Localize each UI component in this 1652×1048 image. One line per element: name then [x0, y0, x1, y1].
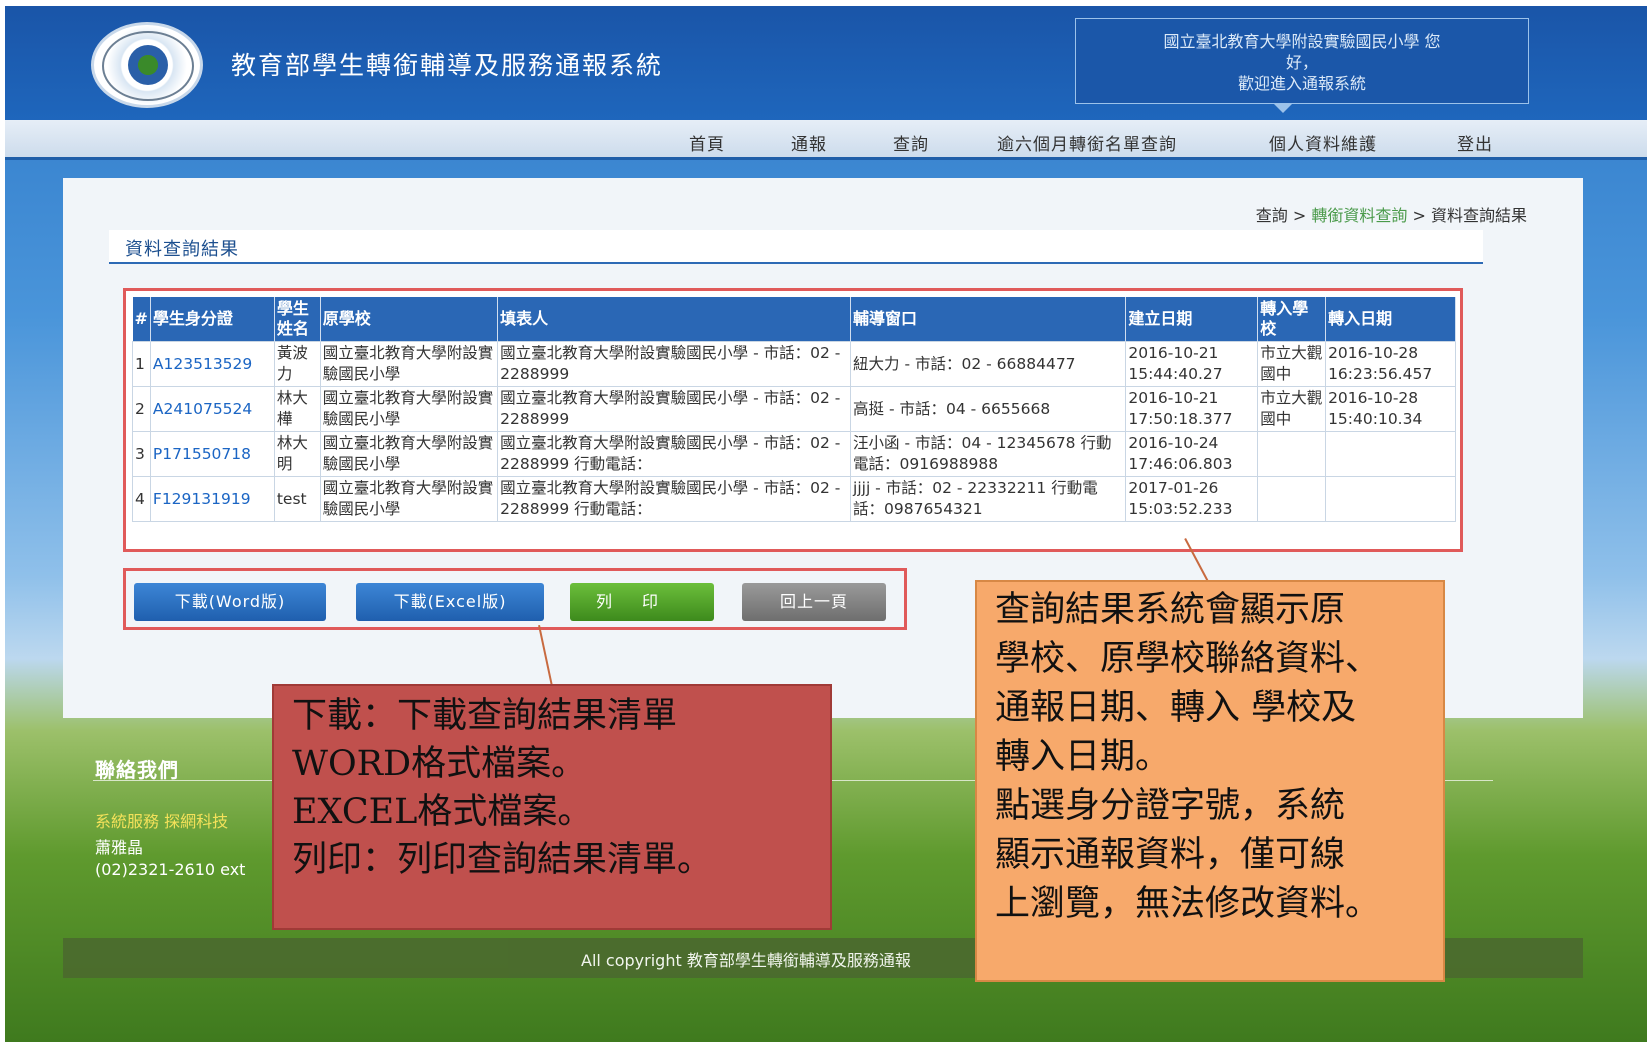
cell-original-school: 國立臺北教育大學附設實驗國民小學 — [319, 431, 499, 477]
cell-student-name: 黃波力 — [273, 341, 321, 387]
welcome-line-2: 好， — [1285, 53, 1318, 72]
nav-home[interactable]: 首頁 — [689, 130, 725, 155]
cell-counseling-contact: 汪小函 - 市話：04 - 12345678 行動電話：0916988988 — [850, 431, 1127, 477]
nav-report[interactable]: 通報 — [791, 130, 827, 155]
col-header-index: # — [132, 297, 151, 342]
table-row: 4 F129131919 test 國立臺北教育大學附設實驗國民小學 國立臺北教… — [132, 476, 1456, 522]
welcome-line-1: 國立臺北教育大學附設實驗國民小學 您 — [1163, 32, 1441, 51]
print-button[interactable]: 列印 — [570, 583, 714, 621]
callout-orange-line-5: 點選身分證字號，系統 — [995, 786, 1346, 826]
welcome-pointer — [1273, 103, 1293, 113]
cell-student-id-link[interactable]: A123513529 — [149, 341, 275, 387]
cell-student-name: test — [273, 476, 321, 522]
col-header-student-name: 學生姓名 — [274, 297, 321, 342]
callout-red-line-4: 列印：列印查詢結果清單。 — [292, 840, 713, 880]
cell-created-date: 2016-10-21 17:50:18.377 — [1125, 386, 1259, 432]
copyright-text: All copyright 教育部學生轉銜輔導及服務通報 — [581, 951, 911, 970]
cell-counseling-contact: jjjj - 市話：02 - 22332211 行動電話：0987654321 — [850, 476, 1127, 522]
cell-index: 1 — [132, 341, 151, 387]
breadcrumb-link[interactable]: 轉銜資料查詢 — [1311, 206, 1407, 225]
download-excel-button[interactable]: 下載(Excel版) — [356, 583, 544, 621]
nav-query[interactable]: 查詢 — [893, 130, 929, 155]
table-header-row: # 學生身分證 學生姓名 原學校 填表人 輔導窗口 建立日期 轉入學校 轉入日期 — [132, 297, 1456, 342]
action-buttons-highlight: 下載(Word版) 下載(Excel版) 列印 回上一頁 — [123, 568, 907, 630]
cell-transfer-school — [1257, 476, 1327, 522]
callout-orange-line-6: 顯示通報資料，僅可線 — [995, 835, 1346, 875]
callout-red-line-3: EXCEL格式檔案。 — [292, 792, 593, 832]
cell-student-id-link[interactable]: F129131919 — [149, 476, 275, 522]
cell-original-school: 國立臺北教育大學附設實驗國民小學 — [319, 386, 499, 432]
cell-index: 2 — [132, 386, 151, 432]
footer-service: 系統服務 探網科技 — [95, 812, 229, 831]
cell-filler: 國立臺北教育大學附設實驗國民小學 - 市話：02 - 2288999 行動電話： — [497, 431, 852, 477]
col-header-counseling-contact: 輔導窗口 — [850, 297, 1127, 342]
callout-orange-line-1: 查詢結果系統會顯示原 — [995, 590, 1346, 630]
footer-phone: (02)2321-2610 ext — [95, 860, 246, 879]
cell-created-date: 2016-10-21 15:44:40.27 — [1125, 341, 1259, 387]
cell-index: 4 — [132, 476, 151, 522]
slide-frame: 教育部學生轉銜輔導及服務通報系統 國立臺北教育大學附設實驗國民小學 您 好， 歡… — [0, 0, 1652, 1048]
download-word-button[interactable]: 下載(Word版) — [134, 583, 326, 621]
callout-red-line-2: WORD格式檔案。 — [292, 744, 587, 784]
nav-logout[interactable]: 登出 — [1457, 130, 1493, 155]
cell-student-name: 林大明 — [273, 431, 321, 477]
download-print-callout: 下載：下載查詢結果清單 WORD格式檔案。 EXCEL格式檔案。 列印：列印查詢… — [272, 684, 832, 930]
cell-transfer-date — [1325, 476, 1456, 522]
breadcrumb-root[interactable]: 查詢 — [1256, 206, 1288, 225]
logo-emblem — [128, 45, 168, 85]
cell-transfer-date: 2016-10-28 16:23:56.457 — [1325, 341, 1456, 387]
cell-index: 3 — [132, 431, 151, 477]
breadcrumb-sep-1: > — [1287, 206, 1312, 225]
callout-orange-line-3: 通報日期、轉入 學校及 — [995, 688, 1357, 728]
cell-created-date: 2017-01-26 15:03:52.233 — [1125, 476, 1259, 522]
nav-profile[interactable]: 個人資料維護 — [1269, 130, 1377, 155]
site-title: 教育部學生轉銜輔導及服務通報系統 — [231, 51, 664, 80]
table-row: 3 P171550718 林大明 國立臺北教育大學附設實驗國民小學 國立臺北教育… — [132, 431, 1456, 477]
cell-original-school: 國立臺北教育大學附設實驗國民小學 — [319, 476, 499, 522]
site-header: 教育部學生轉銜輔導及服務通報系統 國立臺北教育大學附設實驗國民小學 您 好， 歡… — [5, 6, 1647, 126]
results-table: # 學生身分證 學生姓名 原學校 填表人 輔導窗口 建立日期 轉入學校 轉入日期 — [132, 297, 1456, 522]
welcome-box: 國立臺北教育大學附設實驗國民小學 您 好， 歡迎進入通報系統 — [1075, 18, 1529, 104]
footer-contact-person: 蕭雅晶 — [95, 838, 144, 857]
results-table-highlight: # 學生身分證 學生姓名 原學校 填表人 輔導窗口 建立日期 轉入學校 轉入日期 — [123, 288, 1463, 552]
cell-transfer-school: 市立大觀國中 — [1257, 341, 1327, 387]
main-nav: 首頁 通報 查詢 逾六個月轉銜名單查詢 個人資料維護 登出 — [5, 120, 1647, 160]
cell-transfer-date — [1325, 431, 1456, 477]
cell-created-date: 2016-10-24 17:46:06.803 — [1125, 431, 1259, 477]
cell-student-name: 林大樺 — [273, 386, 321, 432]
cell-original-school: 國立臺北教育大學附設實驗國民小學 — [319, 341, 499, 387]
table-row: 2 A241075524 林大樺 國立臺北教育大學附設實驗國民小學 國立臺北教育… — [132, 386, 1456, 432]
nav-overdue-query[interactable]: 逾六個月轉銜名單查詢 — [997, 130, 1177, 155]
cell-filler: 國立臺北教育大學附設實驗國民小學 - 市話：02 - 2288999 行動電話： — [497, 476, 852, 522]
breadcrumb-sep-2: > — [1407, 206, 1431, 225]
cell-filler: 國立臺北教育大學附設實驗國民小學 - 市話：02 - 2288999 — [497, 341, 852, 387]
col-header-original-school: 原學校 — [320, 297, 499, 342]
col-header-student-id: 學生身分證 — [150, 297, 275, 342]
back-button[interactable]: 回上一頁 — [742, 583, 886, 621]
callout-orange-line-7: 上瀏覽，無法修改資料。 — [995, 884, 1381, 924]
cell-student-id-link[interactable]: P171550718 — [149, 431, 275, 477]
cell-transfer-school: 市立大觀國中 — [1257, 386, 1327, 432]
cell-counseling-contact: 高挺 - 市話：04 - 6655668 — [850, 386, 1127, 432]
callout-orange-line-2: 學校、原學校聯絡資料、 — [995, 639, 1381, 679]
callout-red-line-1: 下載：下載查詢結果清單 — [292, 696, 678, 736]
col-header-created-date: 建立日期 — [1125, 297, 1259, 342]
cell-counseling-contact: 紐大力 - 市話：02 - 66884477 — [850, 341, 1127, 387]
cell-transfer-date: 2016-10-28 15:40:10.34 — [1325, 386, 1456, 432]
welcome-line-3: 歡迎進入通報系統 — [1237, 74, 1366, 93]
cell-transfer-school — [1257, 431, 1327, 477]
ministry-logo — [91, 22, 203, 108]
table-row: 1 A123513529 黃波力 國立臺北教育大學附設實驗國民小學 國立臺北教育… — [132, 341, 1456, 387]
breadcrumb: 查詢 > 轉銜資料查詢 > 資料查詢結果 — [1256, 202, 1527, 226]
breadcrumb-current: 資料查詢結果 — [1430, 206, 1527, 225]
cell-student-id-link[interactable]: A241075524 — [149, 386, 275, 432]
col-header-transfer-date: 轉入日期 — [1325, 297, 1456, 342]
col-header-transfer-school: 轉入學校 — [1257, 297, 1327, 342]
cell-filler: 國立臺北教育大學附設實驗國民小學 - 市話：02 - 2288999 — [497, 386, 852, 432]
col-header-filler: 填表人 — [497, 297, 852, 342]
query-result-callout: 查詢結果系統會顯示原 學校、原學校聯絡資料、 通報日期、轉入 學校及 轉入日期。… — [975, 580, 1445, 982]
section-title: 資料查詢結果 — [109, 230, 1483, 264]
footer-title: 聯絡我們 — [95, 758, 179, 782]
callout-orange-line-4: 轉入日期。 — [995, 737, 1171, 777]
